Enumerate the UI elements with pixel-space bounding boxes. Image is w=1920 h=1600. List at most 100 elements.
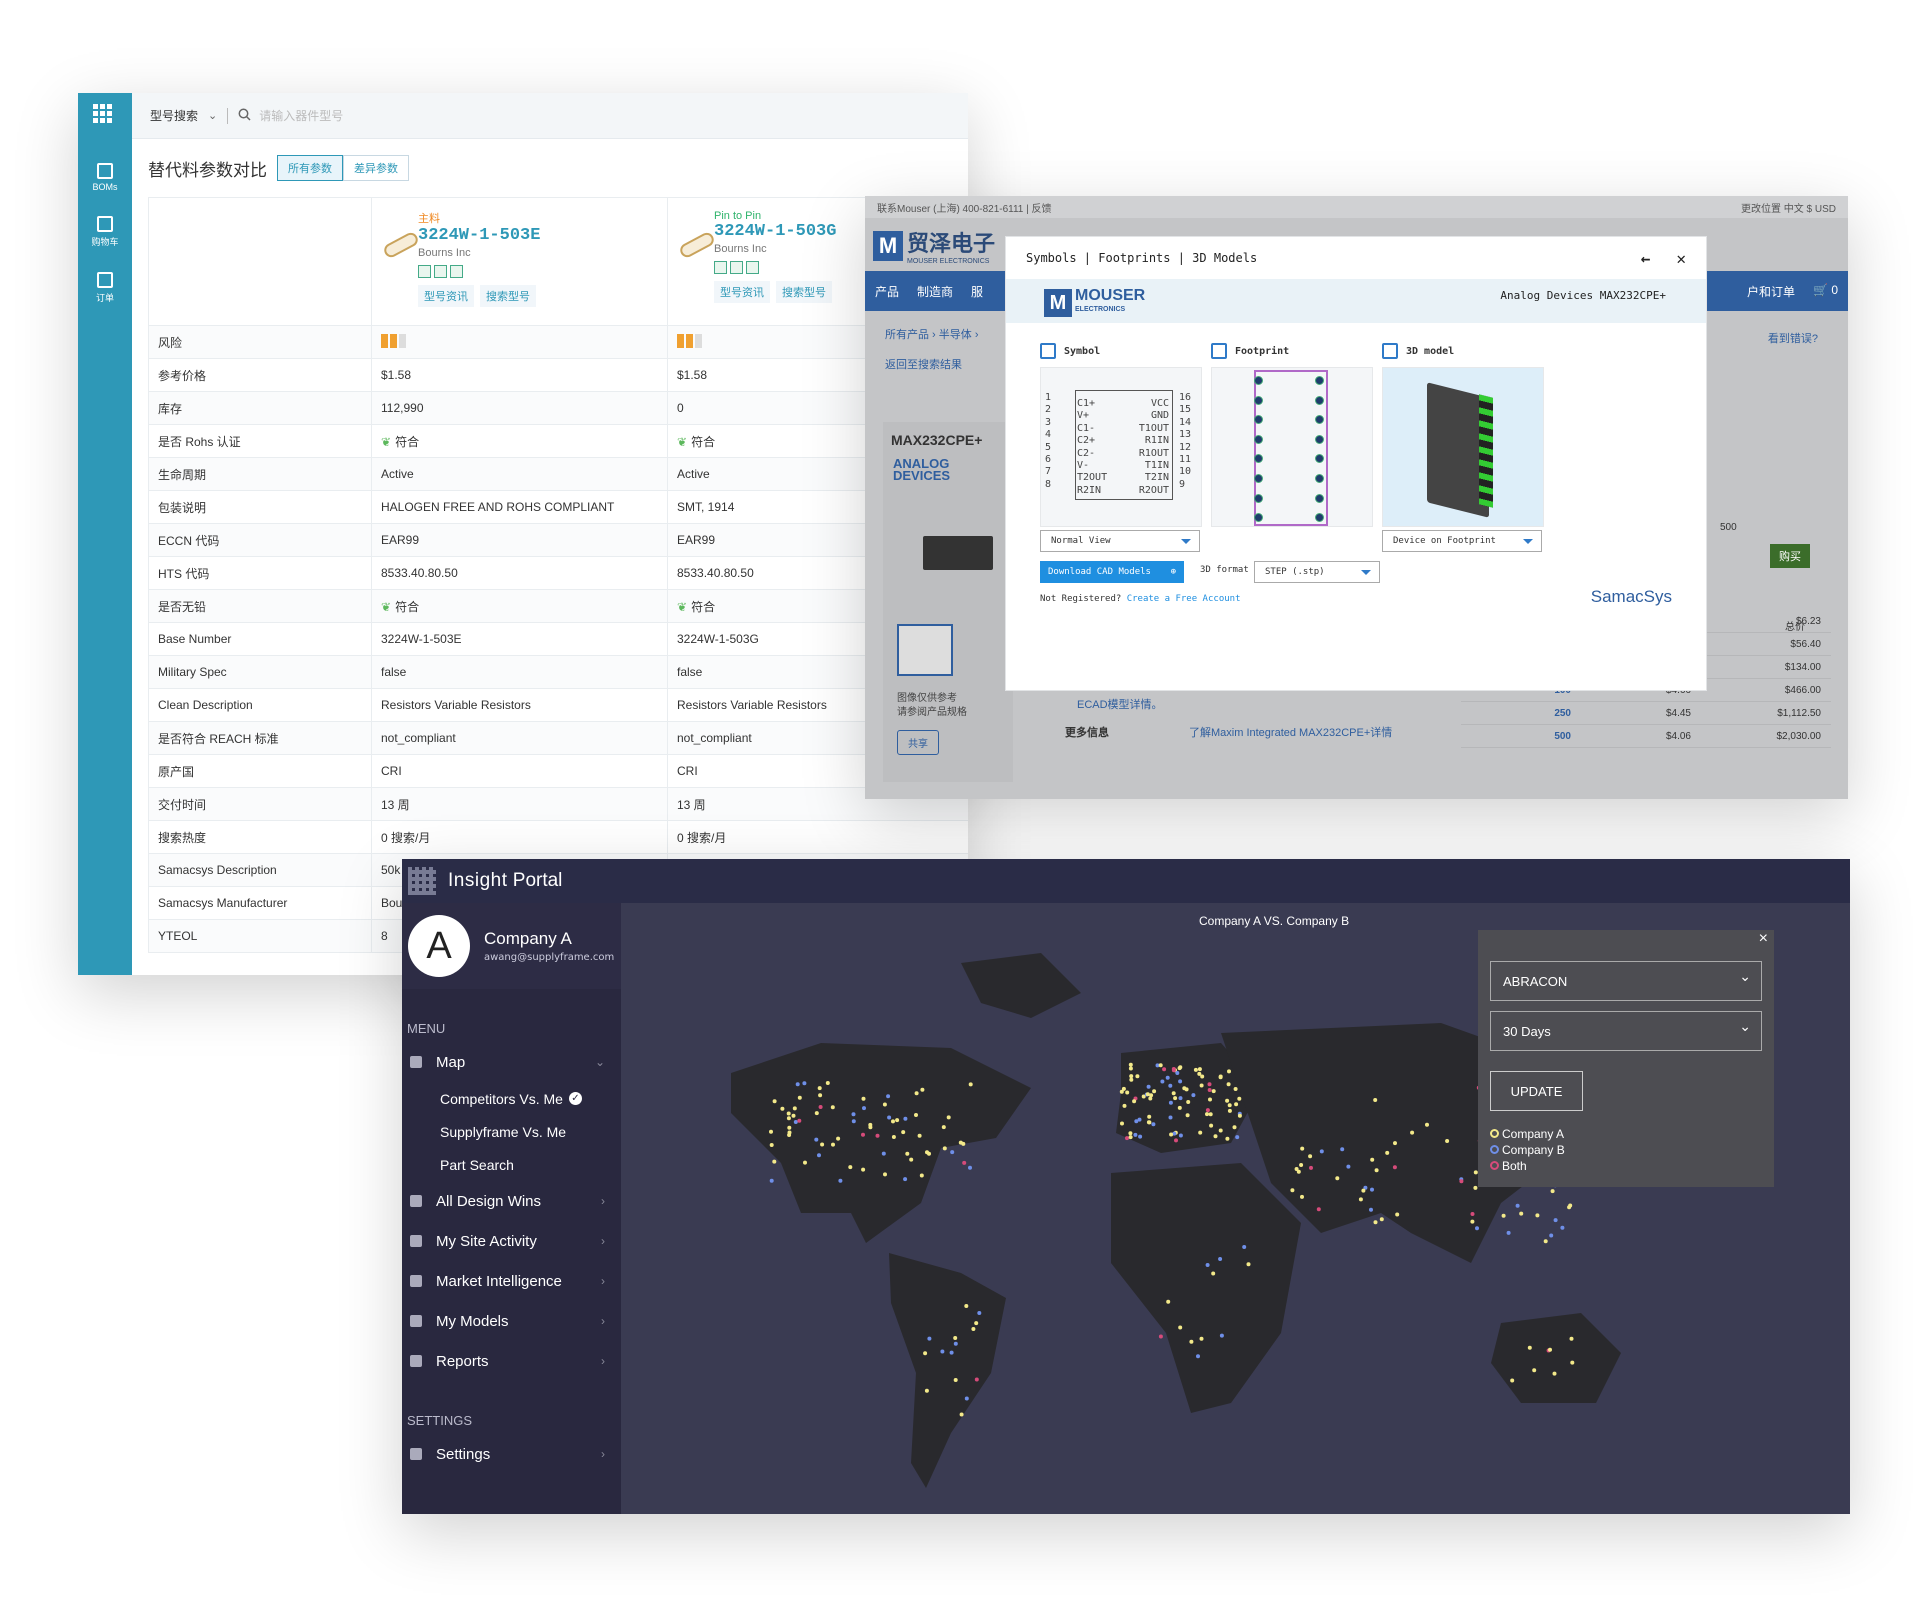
cart-icon[interactable]: 🛒 0 (1813, 283, 1838, 300)
contact-text[interactable]: 联系Mouser (上海) 400-821-6111 | 反馈 (877, 200, 1052, 215)
report-error-link[interactable]: 看到错误? (1768, 330, 1818, 346)
part-info-button[interactable]: 型号资讯 (714, 281, 770, 303)
format-select[interactable]: STEP (.stp) (1254, 561, 1380, 583)
app-grid-logo-icon[interactable] (78, 93, 132, 139)
pin-label: T1OUT (1138, 422, 1169, 434)
menu-item-site-activity[interactable]: My Site Activity › (402, 1221, 621, 1261)
search-input[interactable]: 请输入器件型号 (259, 107, 343, 124)
product-image[interactable] (923, 536, 993, 570)
quantity-value[interactable]: 500 (1720, 522, 1737, 533)
activity-dot (803, 1160, 807, 1165)
share-button[interactable]: 共享 (897, 730, 939, 755)
symbol-icon[interactable] (434, 265, 447, 278)
row-label: Base Number (148, 622, 372, 656)
more-info-link[interactable]: 了解Maxim Integrated MAX232CPE+详情 (1189, 727, 1392, 739)
update-button[interactable]: UPDATE (1490, 1071, 1583, 1111)
activity-dot (895, 1118, 900, 1123)
mouser-logo[interactable]: M 贸泽电子 MOUSER ELECTRONICS (873, 226, 995, 265)
row-label: 搜索热度 (148, 820, 372, 854)
close-icon[interactable]: × (1759, 930, 1768, 948)
menu-manufacturers[interactable]: 制造商 (917, 283, 953, 300)
view-select[interactable]: Normal View (1040, 530, 1200, 552)
activity-dot (1237, 1113, 1242, 1118)
submenu-competitors[interactable]: Competitors Vs. Me ✓ (402, 1082, 621, 1115)
activity-dot (1211, 1271, 1216, 1276)
search-part-button[interactable]: 搜索型号 (776, 281, 832, 303)
activity-dot (1501, 1213, 1506, 1218)
menu-item-market-intelligence[interactable]: Market Intelligence › (402, 1261, 621, 1301)
activity-dot (1560, 1225, 1565, 1230)
back-to-results-link[interactable]: 返回至搜索结果 (885, 356, 962, 372)
account-block[interactable]: A Company A awang@supplyframe.com (402, 903, 621, 989)
chevron-right-icon: › (601, 1447, 605, 1461)
menu-item-design-wins[interactable]: All Design Wins › (402, 1181, 621, 1221)
tab-diff-params[interactable]: 差异参数 (343, 155, 409, 181)
menu-account[interactable]: 户和订单 (1747, 283, 1795, 300)
app-grid-logo-icon[interactable] (408, 867, 436, 895)
legend-company-b: Company B (1490, 1142, 1565, 1158)
buy-button[interactable]: 购买 (1770, 544, 1810, 568)
breadcrumb[interactable]: 所有产品 › 半导体 › (885, 326, 979, 342)
search-bar: 型号搜索 ⌄ 请输入器件型号 (132, 93, 968, 139)
activity-dot (1470, 1219, 1475, 1224)
footprint-preview[interactable] (1211, 367, 1373, 527)
submenu-part-search[interactable]: Part Search (402, 1148, 621, 1181)
activity-dot (814, 1111, 819, 1116)
nav-orders[interactable]: 订单 (96, 272, 114, 304)
range-select[interactable]: 30 Days (1490, 1011, 1762, 1051)
download-cad-button[interactable]: Download CAD Models ⊕ (1040, 561, 1184, 583)
footprint-icon[interactable] (746, 261, 759, 274)
part-number[interactable]: 3224W-1-503E (418, 226, 658, 245)
activity-dot (953, 1378, 958, 1382)
activity-dot (1548, 1347, 1552, 1352)
search-part-button[interactable]: 搜索型号 (480, 285, 536, 307)
product-thumbnail[interactable] (897, 624, 953, 676)
model-view-select[interactable]: Device on Footprint (1382, 530, 1542, 552)
more-info-label: 更多信息 (1065, 727, 1109, 739)
back-arrow-icon[interactable]: ← (1641, 249, 1651, 268)
format-row: 3D format : (1200, 565, 1260, 575)
nav-boms[interactable]: BOMs (92, 163, 118, 192)
table-row: 交付时间 13 周 13 周 (148, 787, 968, 821)
submenu-supplyframe[interactable]: Supplyframe Vs. Me (402, 1115, 621, 1148)
pdf-icon[interactable] (418, 265, 431, 278)
activity-dot (1198, 1130, 1203, 1135)
activity-dot (787, 1130, 792, 1135)
menu-services[interactable]: 服 (971, 283, 983, 300)
activity-dot (825, 1081, 830, 1085)
menu-products[interactable]: 产品 (875, 283, 899, 300)
create-account-link[interactable]: Create a Free Account (1127, 594, 1241, 604)
activity-dot (1369, 1207, 1373, 1212)
locale-text[interactable]: 更改位置 中文 $ USD (1741, 200, 1836, 215)
footprint-pad (1254, 376, 1263, 385)
chevron-down-icon: ⌄ (594, 1055, 605, 1069)
line-chart-icon (410, 1235, 422, 1247)
activity-dot (792, 1106, 797, 1111)
menu-item-map[interactable]: Map ⌄ (402, 1042, 621, 1082)
activity-dot (861, 1132, 865, 1137)
pdf-icon[interactable] (714, 261, 727, 274)
close-icon[interactable]: ✕ (1676, 249, 1686, 268)
tab-all-params[interactable]: 所有参数 (277, 155, 343, 181)
ecad-link[interactable]: ECAD模型详情。 (1077, 696, 1163, 712)
part-doc-icons (418, 265, 658, 278)
activity-dot (1225, 1136, 1230, 1141)
activity-dot (1309, 1165, 1313, 1170)
value-primary: 3224W-1-503E (371, 622, 668, 656)
product-part-number: MAX232CPE+ (891, 432, 983, 448)
symbol-preview[interactable]: 12345678 C1+ V+ C1- C2+ C2- V- T2OUT R2IN VCC GN… (1040, 367, 1202, 527)
chevron-down-icon[interactable]: ⌄ (208, 109, 217, 122)
search-type-select[interactable]: 型号搜索 (150, 107, 198, 124)
menu-item-settings[interactable]: Settings › (402, 1434, 621, 1474)
menu-item-reports[interactable]: Reports › (402, 1341, 621, 1381)
symbol-icon[interactable] (730, 261, 743, 274)
table-row: HTS 代码 8533.40.80.50 8533.40.80.50 (148, 556, 968, 590)
footprint-icon[interactable] (450, 265, 463, 278)
menu-item-my-models[interactable]: My Models › (402, 1301, 621, 1341)
part-info-button[interactable]: 型号资讯 (418, 285, 474, 307)
africa (1111, 1163, 1301, 1413)
activity-dot (1125, 1090, 1130, 1095)
supplier-select[interactable]: ABRACON (1490, 961, 1762, 1001)
nav-cart[interactable]: 购物车 (91, 216, 119, 248)
3d-model-preview[interactable] (1382, 367, 1544, 527)
